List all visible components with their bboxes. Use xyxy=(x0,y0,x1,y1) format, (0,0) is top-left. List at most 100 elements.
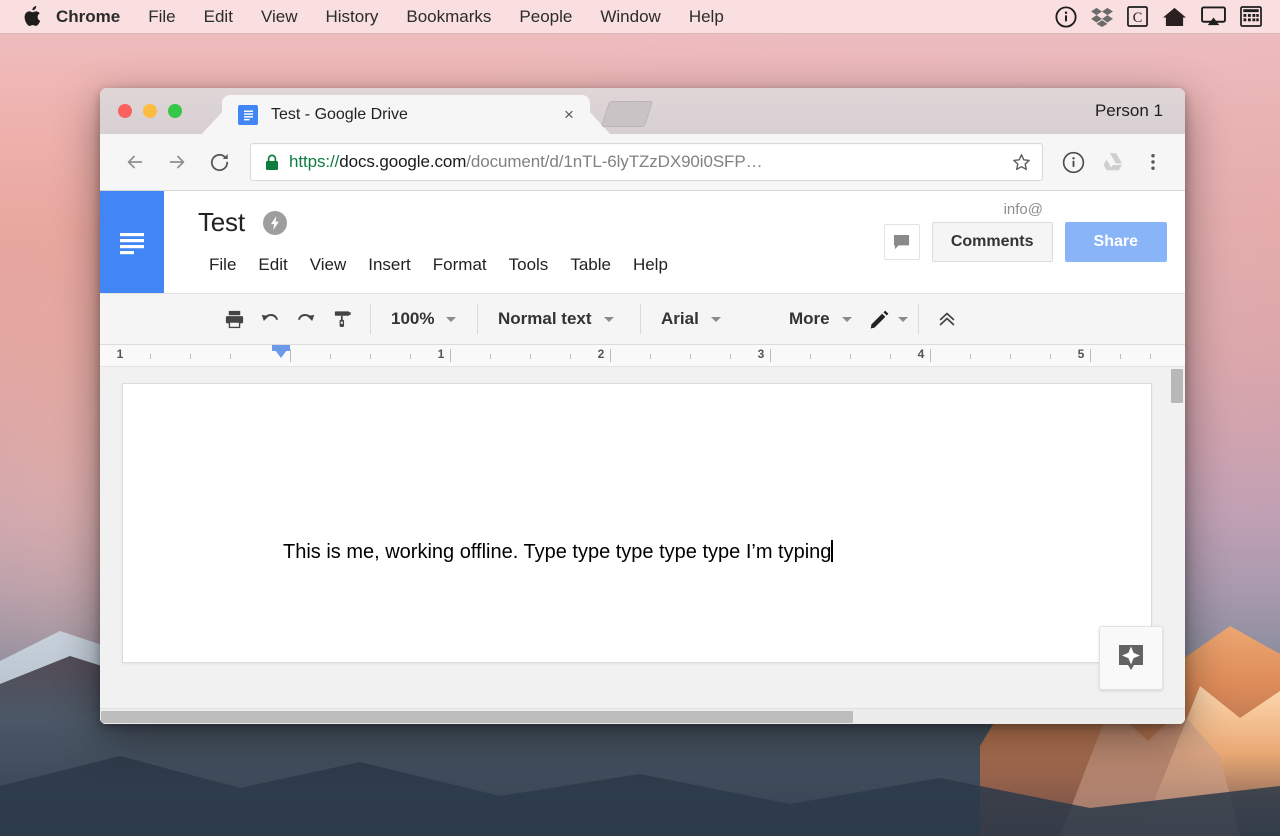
zoom-value: 100% xyxy=(391,309,435,328)
ruler-minor-tick xyxy=(150,354,151,359)
paint-format-icon[interactable] xyxy=(324,301,360,337)
docs-menu-table[interactable]: Table xyxy=(559,250,622,280)
onepassword-icon[interactable] xyxy=(1055,5,1077,28)
docs-header-actions: Comments Share xyxy=(883,222,1167,262)
forward-button[interactable] xyxy=(158,143,196,181)
browser-profile-label[interactable]: Person 1 xyxy=(1095,101,1163,121)
docs-menu-insert[interactable]: Insert xyxy=(357,250,422,280)
docs-menu-tools[interactable]: Tools xyxy=(498,250,560,280)
offline-bolt-icon[interactable] xyxy=(262,210,287,235)
document-title[interactable]: Test xyxy=(198,207,245,238)
browser-toolbar: https://docs.google.com/document/d/1nTL-… xyxy=(100,134,1185,191)
reload-button[interactable] xyxy=(200,143,238,181)
ruler-number: 2 xyxy=(597,347,605,361)
close-tab-button[interactable]: × xyxy=(558,104,580,126)
undo-icon[interactable] xyxy=(252,301,288,337)
ruler-minor-tick xyxy=(490,354,491,359)
paragraph-style-dropdown[interactable]: Normal text xyxy=(488,301,630,337)
explore-button[interactable] xyxy=(1099,626,1163,690)
chrome-menu-icon[interactable] xyxy=(1135,144,1171,180)
vertical-scrollbar[interactable] xyxy=(1169,367,1185,708)
menubar-status-icons: C xyxy=(1055,5,1270,28)
chevron-down-icon xyxy=(710,316,721,322)
docs-menu-file[interactable]: File xyxy=(198,250,247,280)
bookmark-star-icon[interactable] xyxy=(1011,152,1032,173)
font-family-value: Arial xyxy=(661,309,699,328)
menubar-item-edit[interactable]: Edit xyxy=(190,0,247,34)
ruler-minor-tick xyxy=(650,354,651,359)
document-body-text[interactable]: This is me, working offline. Type type t… xyxy=(283,540,834,564)
address-bar[interactable]: https://docs.google.com/document/d/1nTL-… xyxy=(250,143,1043,181)
vertical-scrollbar-thumb[interactable] xyxy=(1171,369,1183,403)
url-path: /document/d/1nTL-6lyTZzDX90i0SFP… xyxy=(466,152,763,171)
creative-cloud-icon[interactable]: C xyxy=(1127,6,1148,27)
menubar-item-window[interactable]: Window xyxy=(586,0,674,34)
docs-header-main: Test File Edit View Insert Format Tools … xyxy=(164,191,1185,293)
comment-bubble-icon[interactable] xyxy=(883,224,920,260)
browser-tab-strip: Test - Google Drive × Person 1 xyxy=(100,88,1185,134)
ruler-number: 5 xyxy=(1077,347,1085,361)
docs-menu-edit[interactable]: Edit xyxy=(247,250,298,280)
comments-button[interactable]: Comments xyxy=(931,222,1053,262)
chevron-down-icon xyxy=(841,316,852,322)
paragraph-style-value: Normal text xyxy=(498,309,592,328)
close-window-button[interactable] xyxy=(118,104,132,118)
ruler-tick xyxy=(610,349,611,362)
font-family-dropdown[interactable]: Arial xyxy=(651,301,779,337)
docs-menu-view[interactable]: View xyxy=(299,250,358,280)
address-bar-url: https://docs.google.com/document/d/1nTL-… xyxy=(289,152,1003,172)
ruler-minor-tick xyxy=(730,354,731,359)
ruler-minor-tick xyxy=(690,354,691,359)
back-button[interactable] xyxy=(116,143,154,181)
more-formatting-dropdown[interactable]: More xyxy=(779,301,862,337)
menubar-item-file[interactable]: File xyxy=(134,0,189,34)
share-button[interactable]: Share xyxy=(1064,222,1167,262)
chrome-browser-window: Test - Google Drive × Person 1 https://d… xyxy=(100,88,1185,724)
left-indent-marker[interactable] xyxy=(272,346,290,358)
document-canvas: This is me, working offline. Type type t… xyxy=(100,367,1185,724)
collapse-chevrons-icon[interactable] xyxy=(929,301,965,337)
new-tab-button[interactable] xyxy=(600,101,654,127)
ruler-minor-tick xyxy=(570,354,571,359)
dropbox-icon[interactable] xyxy=(1091,7,1113,27)
ruler-number: 4 xyxy=(917,347,925,361)
docs-header: Test File Edit View Insert Format Tools … xyxy=(100,191,1185,293)
url-scheme: https:// xyxy=(289,152,340,171)
docs-menu-help[interactable]: Help xyxy=(622,250,679,280)
ruler-number: 1 xyxy=(116,347,124,361)
maximize-window-button[interactable] xyxy=(168,104,182,118)
menubar-app-name[interactable]: Chrome xyxy=(48,0,134,34)
ruler-minor-tick xyxy=(1050,354,1051,359)
airplay-icon[interactable] xyxy=(1201,6,1226,27)
edit-pencil-icon[interactable] xyxy=(862,301,898,337)
menubar-item-bookmarks[interactable]: Bookmarks xyxy=(392,0,505,34)
docs-toolbar: 100% Normal text Arial More xyxy=(100,293,1185,345)
apple-menu-icon[interactable] xyxy=(18,6,48,27)
browser-tab[interactable]: Test - Google Drive × xyxy=(222,95,590,134)
document-ruler[interactable]: 1 1 2 3 4 5 xyxy=(100,345,1185,367)
toolbar-group-font: Arial More xyxy=(641,294,918,344)
print-icon[interactable] xyxy=(216,301,252,337)
svg-text:C: C xyxy=(1133,10,1143,26)
redo-icon[interactable] xyxy=(288,301,324,337)
onepassword-extension-icon[interactable] xyxy=(1055,144,1091,180)
zoom-dropdown[interactable]: 100% xyxy=(381,301,467,337)
horizontal-scrollbar-thumb[interactable] xyxy=(101,711,853,723)
chevron-down-icon xyxy=(603,316,614,322)
calculator-icon[interactable] xyxy=(1240,6,1262,27)
menubar-item-people[interactable]: People xyxy=(505,0,586,34)
document-page[interactable]: This is me, working offline. Type type t… xyxy=(122,383,1152,663)
google-drive-extension-icon[interactable] xyxy=(1095,144,1131,180)
ruler-minor-tick xyxy=(890,354,891,359)
edit-mode-chevron-down-icon[interactable] xyxy=(897,316,908,322)
minimize-window-button[interactable] xyxy=(143,104,157,118)
window-traffic-lights xyxy=(118,104,182,118)
docs-menu-format[interactable]: Format xyxy=(422,250,498,280)
menubar-item-view[interactable]: View xyxy=(247,0,312,34)
horizontal-scrollbar[interactable] xyxy=(100,708,1185,724)
google-docs-logo[interactable] xyxy=(100,191,164,293)
menubar-item-help[interactable]: Help xyxy=(675,0,738,34)
home-icon[interactable] xyxy=(1162,6,1187,27)
secure-lock-icon xyxy=(265,154,279,171)
menubar-item-history[interactable]: History xyxy=(311,0,392,34)
